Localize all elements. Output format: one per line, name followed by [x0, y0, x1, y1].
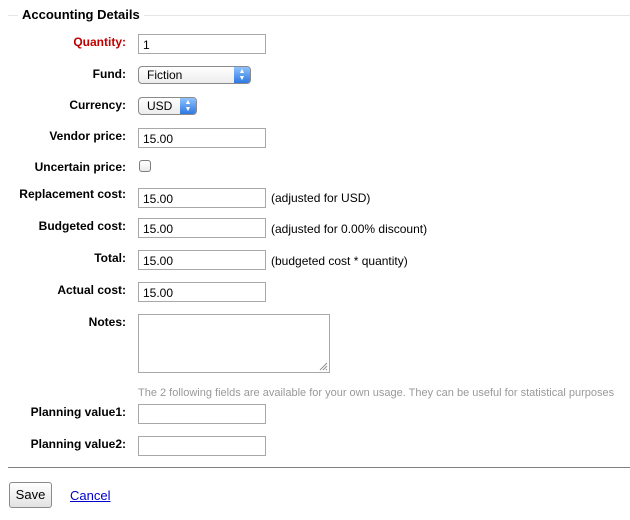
order-accounting-form: Accounting Details Quantity: 1 Fund: Fic… — [0, 0, 630, 520]
accounting-details-fieldset — [8, 15, 630, 468]
planning-value1-label: Planning value1: — [30, 405, 126, 419]
actual-cost-input[interactable]: 15.00 — [138, 282, 266, 302]
budgeted-cost-input[interactable]: 15.00 — [138, 218, 266, 238]
fund-selected-value: Fiction — [147, 68, 183, 82]
total-input[interactable]: 15.00 — [138, 250, 266, 270]
currency-label: Currency: — [69, 98, 126, 112]
fund-select[interactable]: Fiction ▲ ▼ — [138, 66, 251, 84]
uncertain-price-label: Uncertain price: — [34, 160, 126, 174]
quantity-label: Quantity: — [73, 35, 126, 49]
budgeted-cost-label: Budgeted cost: — [38, 219, 126, 233]
quantity-input[interactable]: 1 — [138, 34, 266, 54]
vendor-price-input[interactable]: 15.00 — [138, 128, 266, 148]
planning-value1-input[interactable] — [138, 404, 266, 424]
select-arrows-icon: ▲ ▼ — [180, 98, 196, 114]
planning-fields-hint: The 2 following fields are available for… — [138, 387, 615, 399]
currency-select[interactable]: USD ▲ ▼ — [138, 97, 197, 115]
save-button[interactable]: Save — [9, 482, 52, 508]
planning-value2-input[interactable] — [138, 436, 266, 456]
notes-textarea[interactable] — [138, 314, 330, 373]
budgeted-cost-note: (adjusted for 0.00% discount) — [271, 222, 428, 236]
replacement-cost-note: (adjusted for USD) — [271, 191, 371, 205]
uncertain-price-checkbox[interactable] — [139, 160, 151, 172]
total-note: (budgeted cost * quantity) — [271, 254, 408, 268]
resize-grip-icon[interactable] — [319, 362, 328, 371]
replacement-cost-label: Replacement cost: — [19, 187, 126, 201]
actual-cost-label: Actual cost: — [57, 283, 126, 297]
replacement-cost-input[interactable]: 15.00 — [138, 188, 266, 208]
fund-label: Fund: — [92, 67, 126, 81]
section-title: Accounting Details — [18, 7, 144, 22]
total-label: Total: — [94, 251, 126, 265]
notes-label: Notes: — [88, 315, 126, 329]
planning-value2-label: Planning value2: — [30, 437, 126, 451]
currency-selected-value: USD — [147, 99, 173, 113]
vendor-price-label: Vendor price: — [49, 129, 126, 143]
select-arrows-icon: ▲ ▼ — [234, 67, 250, 83]
cancel-link[interactable]: Cancel — [70, 488, 110, 503]
